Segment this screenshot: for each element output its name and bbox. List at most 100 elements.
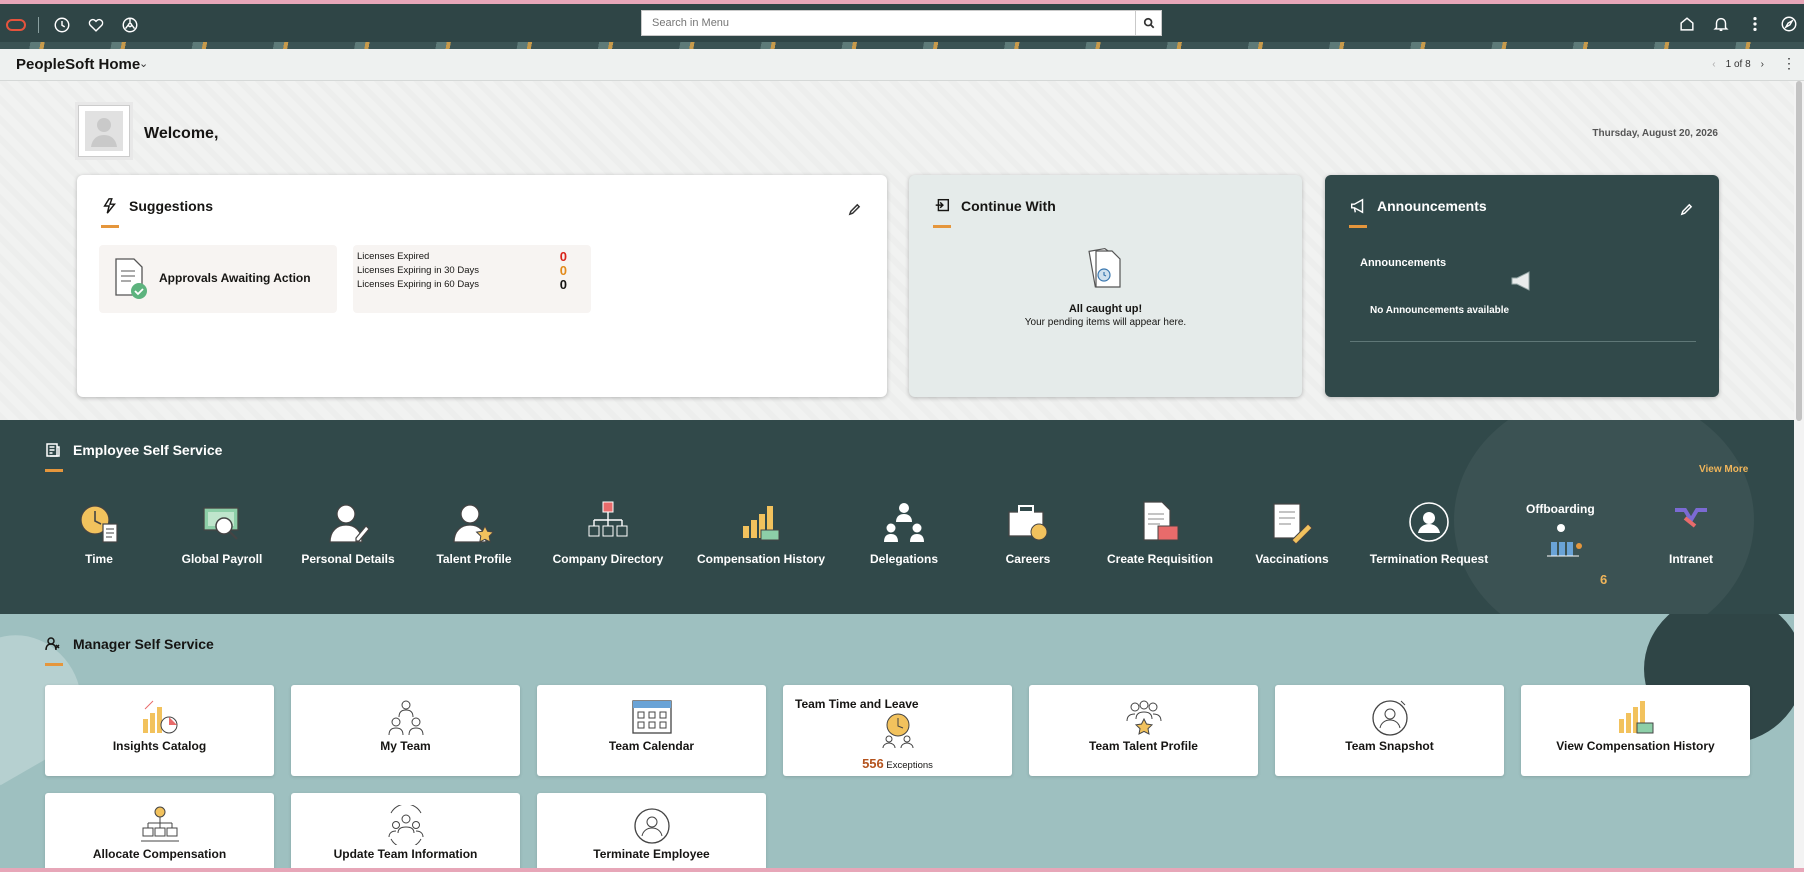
view-more-link[interactable]: View More: [1699, 464, 1748, 475]
license-row: Licenses Expiring in 60 Days 0: [357, 277, 567, 292]
ess-tile-delegations[interactable]: Delegations: [834, 500, 974, 566]
employee-self-service-section: Employee Self Service View More Time Glo…: [0, 420, 1794, 614]
mss-tile-update-team-information[interactable]: Update Team Information: [291, 793, 520, 872]
payroll-icon: [203, 507, 239, 540]
search-icon: [1143, 17, 1154, 29]
suggestions-card: Suggestions Approvals Awaiting Action Li…: [77, 175, 887, 397]
ess-title: Employee Self Service: [73, 442, 223, 458]
ess-accent: [45, 469, 63, 472]
ess-tile-label: Intranet: [1668, 552, 1713, 566]
mss-tile-team-calendar[interactable]: Team Calendar: [537, 685, 766, 776]
recent-icon[interactable]: [51, 14, 73, 36]
manager-self-service-section: Manager Self Service Insights Catalog My…: [0, 614, 1794, 872]
mss-tile-team-snapshot[interactable]: Team Snapshot: [1275, 685, 1504, 776]
mss-accent: [45, 663, 63, 666]
ess-tile-careers[interactable]: Careers: [958, 500, 1098, 566]
delegation-icon: [884, 503, 924, 542]
navigator-icon[interactable]: [119, 14, 141, 36]
ess-header: Employee Self Service: [45, 442, 222, 458]
page-more-icon[interactable]: ⋮: [1782, 55, 1796, 72]
continue-with-card: Continue With All caught up! Your pendin…: [909, 175, 1302, 397]
documents-clock-icon: [1088, 247, 1121, 288]
announcements-title: Announcements: [1377, 198, 1487, 214]
mss-tile-label: Team Snapshot: [1345, 739, 1434, 753]
bell-icon[interactable]: [1710, 13, 1732, 35]
ess-tile-label: Create Requisition: [1106, 552, 1214, 566]
mss-tile-label: Terminate Employee: [593, 847, 710, 861]
team-icon: [388, 700, 423, 736]
org-chart-icon: [588, 501, 628, 537]
ess-tile-company-directory[interactable]: Company Directory: [538, 500, 678, 566]
mss-tile-allocate-compensation[interactable]: Allocate Compensation: [45, 793, 274, 872]
edit-suggestions-icon[interactable]: [848, 203, 861, 221]
termination-icon: [1409, 502, 1449, 542]
mss-header: Manager Self Service: [45, 636, 214, 652]
mss-tile-my-team[interactable]: My Team: [291, 685, 520, 776]
mss-tile-label: View Compensation History: [1556, 739, 1715, 753]
mss-tile-terminate-employee[interactable]: Terminate Employee: [537, 793, 766, 872]
ess-tile-time[interactable]: Time: [29, 500, 169, 566]
ess-tile-label: Careers: [1005, 552, 1051, 566]
requisition-icon: [1143, 501, 1179, 541]
offboarding-title[interactable]: Offboarding: [1526, 502, 1595, 516]
all-caught-up-subtitle: Your pending items will appear here.: [1024, 317, 1187, 328]
favorites-icon[interactable]: [85, 14, 107, 36]
ess-tile-termination-request[interactable]: Termination Request: [1359, 500, 1499, 566]
continue-with-header: Continue With: [933, 197, 1056, 215]
mss-title: Manager Self Service: [73, 636, 214, 652]
ess-tile-create-requisition[interactable]: Create Requisition: [1090, 500, 1230, 566]
header-banner-strip: [0, 42, 1804, 49]
home-icon[interactable]: [1676, 13, 1698, 35]
ess-tile-vaccinations[interactable]: Vaccinations: [1222, 500, 1362, 566]
briefcase-icon: [1008, 505, 1048, 541]
scrollbar-thumb[interactable]: [1796, 81, 1802, 421]
ess-tile-compensation-history[interactable]: Compensation History: [691, 500, 831, 566]
edit-announcements-icon[interactable]: [1680, 203, 1693, 221]
ess-tile-label: Time: [85, 552, 113, 566]
license-label: Licenses Expired: [357, 251, 430, 262]
page-title[interactable]: PeopleSoft Home: [16, 56, 140, 73]
license-value: 0: [559, 277, 567, 292]
more-icon[interactable]: [1744, 13, 1766, 35]
chevron-down-icon[interactable]: ⌄: [139, 57, 148, 70]
window-frame-bottom: [0, 868, 1804, 872]
all-caught-up-title: All caught up!: [1068, 303, 1143, 315]
announcements-subtitle: Announcements: [1360, 257, 1447, 269]
suggestions-header: Suggestions: [101, 197, 213, 215]
manager-icon: [45, 637, 60, 651]
update-team-icon: [388, 805, 423, 845]
vaccination-icon: [1273, 503, 1313, 544]
mss-tile-label: Update Team Information: [333, 847, 478, 861]
page-scrollbar[interactable]: [1794, 81, 1804, 872]
mss-tile-insights-catalog[interactable]: Insights Catalog: [45, 685, 274, 776]
ess-tile-personal-details[interactable]: Personal Details: [278, 500, 418, 566]
search-button[interactable]: [1136, 10, 1162, 36]
next-page-icon[interactable]: ›: [1761, 59, 1764, 70]
previous-page-icon[interactable]: ‹: [1712, 59, 1715, 70]
ess-tile-talent-profile[interactable]: Talent Profile: [404, 500, 544, 566]
mss-tile-label: Allocate Compensation: [92, 847, 227, 861]
oracle-logo[interactable]: [6, 19, 26, 31]
person-edit-icon: [329, 504, 370, 543]
announcements-card: Announcements Announcements No Announcem…: [1325, 175, 1719, 397]
compensation-icon: [743, 506, 780, 541]
ess-tile-intranet[interactable]: Intranet: [1621, 500, 1761, 566]
ess-tile-global-payroll[interactable]: Global Payroll: [152, 500, 292, 566]
approvals-tile[interactable]: Approvals Awaiting Action: [99, 245, 337, 313]
ess-tile-label: Company Directory: [552, 552, 664, 566]
compensation-icon: [1618, 701, 1653, 734]
ess-tile-label: Personal Details: [301, 552, 395, 566]
insights-icon: [142, 700, 177, 734]
navbar-icon[interactable]: [1778, 13, 1800, 35]
megaphone-illustration-icon: [1511, 271, 1530, 291]
avatar[interactable]: [78, 105, 130, 157]
welcome-greeting: Welcome,: [144, 125, 219, 142]
search-input[interactable]: [641, 10, 1136, 36]
mss-tile-team-talent-profile[interactable]: Team Talent Profile: [1029, 685, 1258, 776]
offboarding-count: 6: [1600, 572, 1608, 587]
announcements-header: Announcements: [1349, 197, 1487, 215]
ess-tile-label: Talent Profile: [436, 552, 512, 566]
mss-tile-team-time-and-leave[interactable]: Team Time and Leave 556 Exceptions: [783, 685, 1012, 776]
mss-tile-view-compensation-history[interactable]: View Compensation History: [1521, 685, 1750, 776]
licenses-tile[interactable]: Licenses Expired 0 Licenses Expiring in …: [353, 245, 591, 313]
